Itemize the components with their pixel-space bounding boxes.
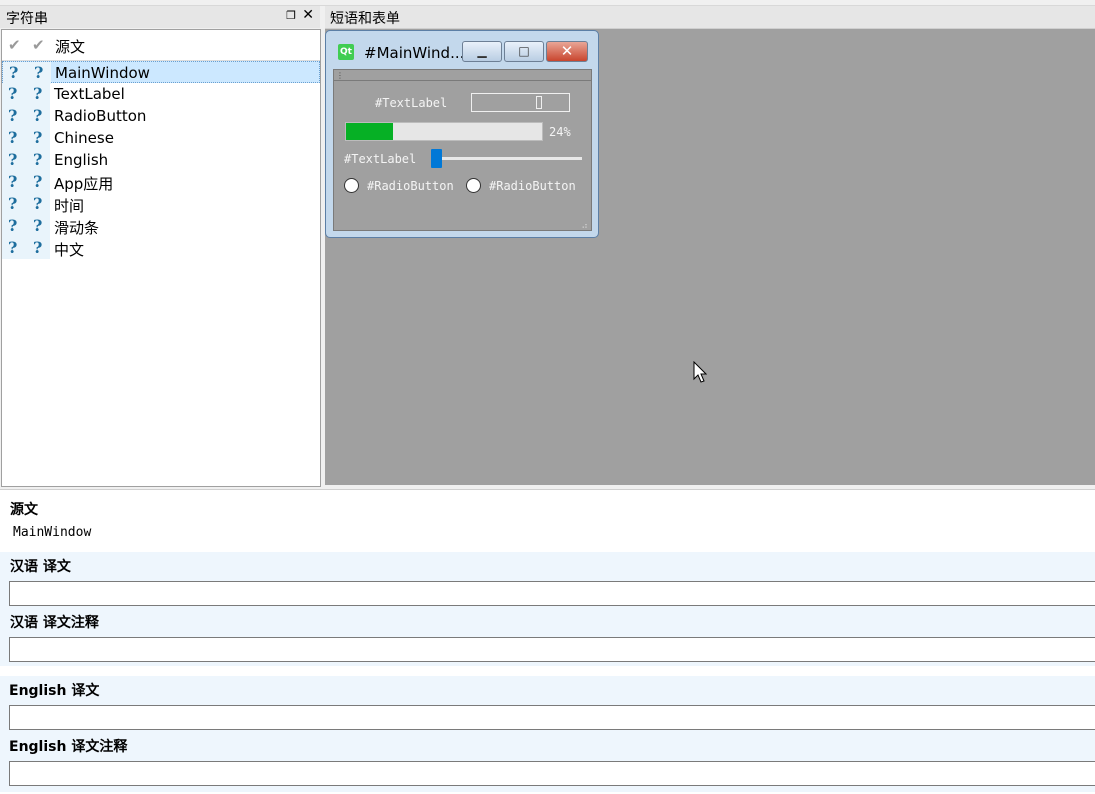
progress-percent: 24% — [549, 125, 571, 139]
question-icon: ? — [33, 194, 43, 213]
question-icon: ? — [33, 128, 43, 147]
minimize-icon: ▁ — [477, 44, 487, 58]
source-text: MainWindow — [13, 525, 92, 540]
close-dock-icon[interactable]: ✕ — [302, 7, 314, 23]
list-item-label: 时间 — [54, 197, 85, 215]
question-icon: ? — [33, 216, 43, 235]
radio-button-1[interactable] — [344, 178, 359, 193]
question-icon: ? — [8, 216, 18, 235]
question-icon: ? — [34, 63, 44, 82]
text-label-1: #TextLabel — [375, 96, 448, 110]
question-icon: ? — [8, 84, 18, 103]
spin-control[interactable] — [536, 96, 542, 109]
list-item-label: 滑动条 — [54, 219, 100, 237]
question-icon: ? — [33, 84, 43, 103]
toolbar-divider — [334, 80, 591, 81]
forms-dock-titlebar: 短语和表单 — [325, 6, 1095, 29]
strings-list-header: ✔ ✔ 源文 — [2, 30, 320, 61]
list-item[interactable]: ? ? MainWindow — [2, 61, 320, 84]
size-grip-icon[interactable]: ⣠ — [581, 219, 588, 229]
list-item[interactable]: ? ? English — [2, 149, 320, 171]
list-item[interactable]: ? ? TextLabel — [2, 83, 320, 105]
translation-section: English 译文注释 — [0, 732, 1095, 792]
slider-track[interactable] — [431, 157, 582, 160]
preview-window[interactable]: Qt #MainWind... ▁ □ ✕ ⋮ #TextLabel 24% #… — [325, 30, 599, 238]
close-button[interactable]: ✕ — [546, 41, 588, 62]
translation-comment-input[interactable] — [9, 637, 1095, 662]
list-item-label: MainWindow — [55, 64, 150, 82]
list-item-label: 中文 — [54, 241, 85, 259]
translation-section: 汉语 译文 — [0, 552, 1095, 610]
strings-dock-titlebar: 字符串 ❐ ✕ — [0, 6, 320, 28]
section-heading: 汉语 译文注释 — [10, 615, 99, 631]
list-item[interactable]: ? ? 时间 — [2, 193, 320, 215]
question-icon: ? — [8, 150, 18, 169]
section-heading: English 译文 — [9, 683, 100, 699]
list-item[interactable]: ? ? App应用 — [2, 171, 320, 193]
question-icon: ? — [33, 172, 43, 191]
close-icon: ✕ — [560, 42, 574, 60]
radio-button-2[interactable] — [466, 178, 481, 193]
list-item[interactable]: ? ? Chinese — [2, 127, 320, 149]
list-item-label: TextLabel — [54, 85, 125, 103]
slider-handle[interactable] — [431, 149, 442, 168]
progress-bar — [345, 122, 543, 141]
source-heading: 源文 — [10, 502, 38, 518]
strings-list[interactable]: ✔ ✔ 源文 ? ? MainWindow ? ? TextLabel ? ? … — [1, 29, 321, 487]
question-icon: ? — [33, 106, 43, 125]
translation-comment-input[interactable] — [9, 761, 1095, 786]
text-label-2: #TextLabel — [344, 152, 417, 166]
forms-dock-title: 短语和表单 — [330, 11, 400, 27]
section-heading: English 译文注释 — [9, 739, 128, 755]
question-icon: ? — [8, 128, 18, 147]
translation-input[interactable] — [9, 581, 1095, 606]
question-icon: ? — [33, 238, 43, 257]
translation-section: English 译文 — [0, 676, 1095, 734]
float-dock-icon[interactable]: ❐ — [286, 9, 296, 22]
qt-logo-icon: Qt — [338, 44, 354, 60]
question-icon: ? — [9, 63, 19, 82]
mouse-cursor-icon — [693, 361, 707, 383]
translation-section: 汉语 译文注释 — [0, 608, 1095, 666]
question-icon: ? — [8, 106, 18, 125]
list-item[interactable]: ? ? 滑动条 — [2, 215, 320, 237]
list-item[interactable]: ? ? RadioButton — [2, 105, 320, 127]
preview-window-title: #MainWind... — [364, 44, 465, 62]
check-icon: ✔ — [32, 36, 45, 54]
translation-editor: 源文 MainWindow 汉语 译文 汉语 译文注释 English 译文 E… — [0, 489, 1095, 794]
question-icon: ? — [8, 238, 18, 257]
status-cell: ? — [3, 62, 27, 84]
question-icon: ? — [8, 172, 18, 191]
question-icon: ? — [33, 150, 43, 169]
toolbar-handle-icon[interactable]: ⋮ — [336, 71, 344, 80]
translation-input[interactable] — [9, 705, 1095, 730]
list-item-label: App应用 — [54, 175, 114, 193]
question-icon: ? — [8, 194, 18, 213]
strings-dock-title: 字符串 — [6, 11, 48, 27]
progress-bar-fill — [346, 123, 393, 140]
status-cell: ? — [27, 62, 51, 84]
list-item[interactable]: ? ? 中文 — [2, 237, 320, 259]
list-item-label: English — [54, 151, 109, 169]
check-icon: ✔ — [8, 36, 21, 54]
source-column-header[interactable]: 源文 — [55, 36, 85, 57]
radio-button-2-label: #RadioButton — [489, 179, 576, 193]
section-heading: 汉语 译文 — [10, 559, 71, 575]
line-edit[interactable] — [471, 93, 570, 112]
maximize-icon: □ — [518, 44, 530, 58]
minimize-button[interactable]: ▁ — [462, 41, 502, 62]
list-item-label: RadioButton — [54, 107, 147, 125]
preview-client-area: ⋮ #TextLabel 24% #TextLabel #RadioButton… — [333, 69, 592, 231]
maximize-button[interactable]: □ — [504, 41, 544, 62]
radio-button-1-label: #RadioButton — [367, 179, 454, 193]
list-item-label: Chinese — [54, 129, 114, 147]
